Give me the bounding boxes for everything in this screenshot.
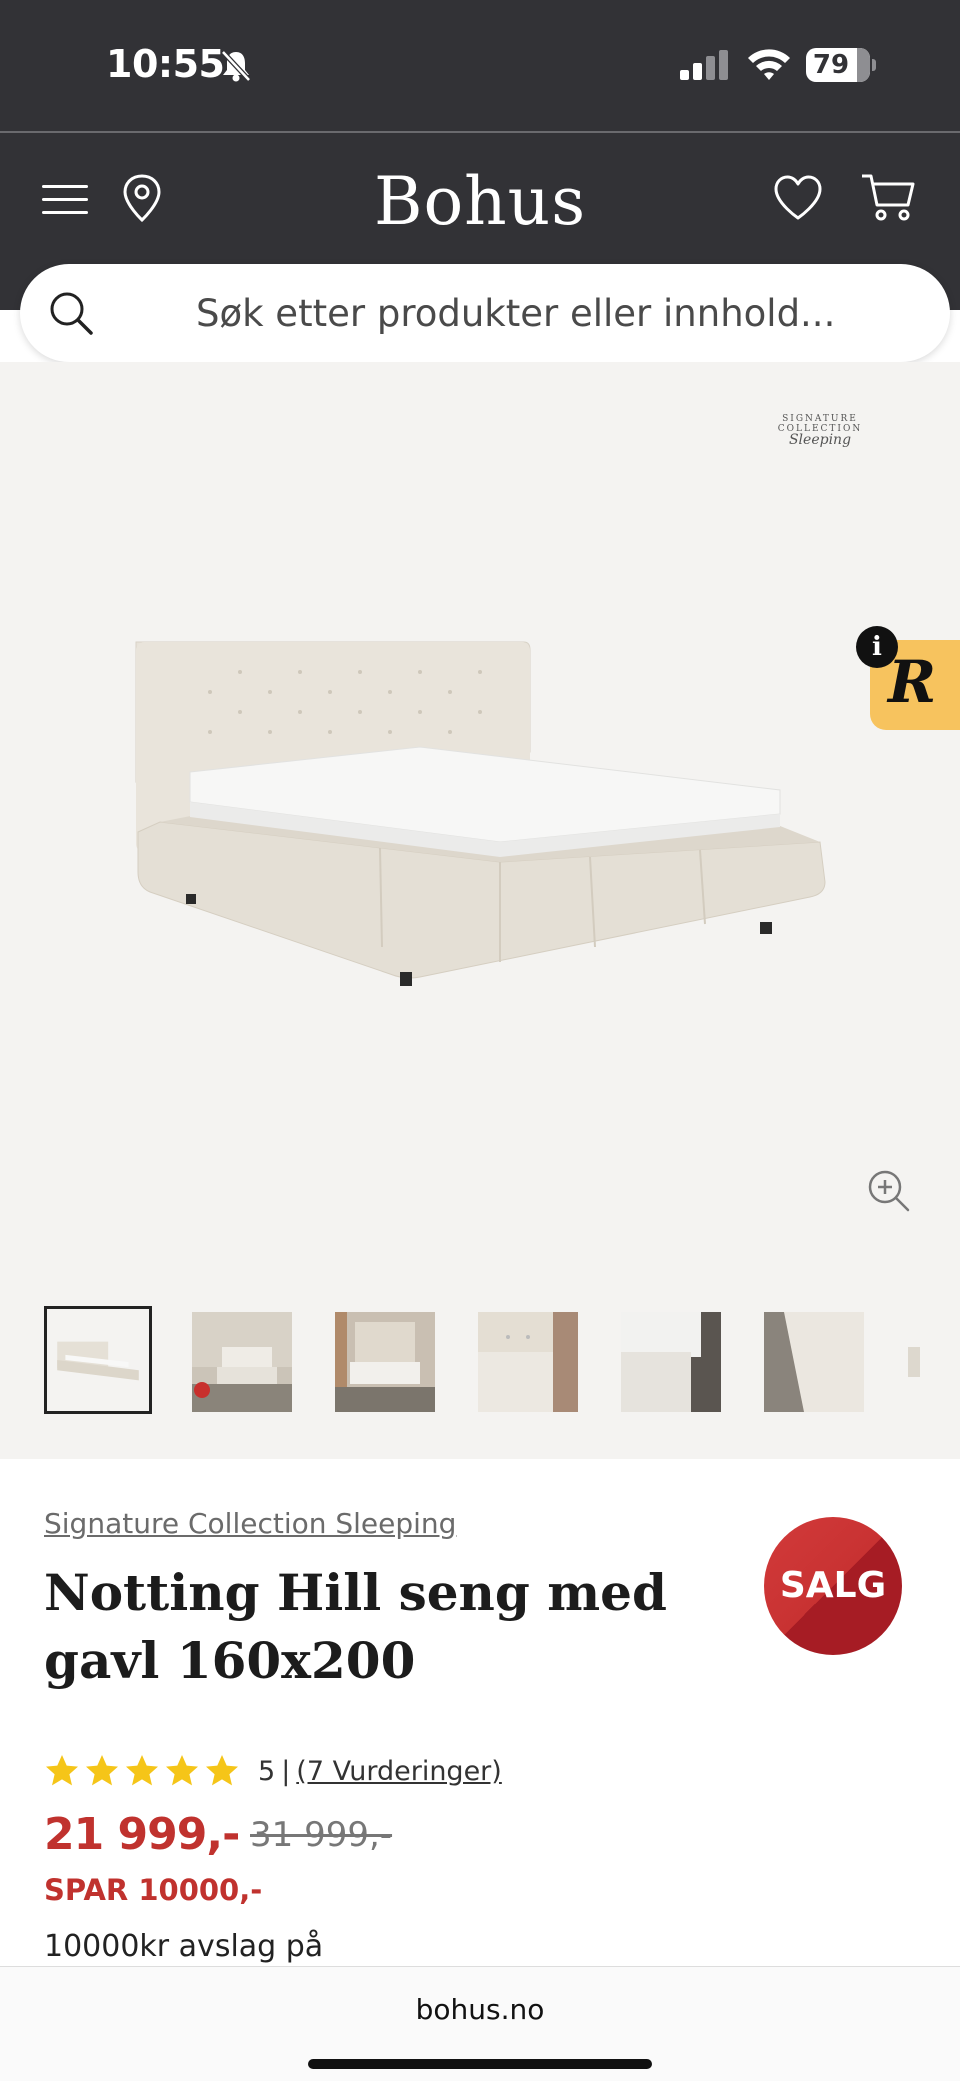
favorites-heart-icon[interactable]: [772, 173, 824, 223]
star-icon: [86, 1755, 118, 1786]
thumbnail-5[interactable]: [621, 1312, 721, 1412]
brand-link[interactable]: Signature Collection Sleeping: [44, 1507, 456, 1540]
url-text[interactable]: bohus.no: [0, 1993, 960, 2026]
rating-value: 5: [258, 1755, 276, 1787]
thumbnail-4[interactable]: [478, 1312, 578, 1412]
browser-address-bar[interactable]: bohus.no: [0, 1966, 960, 2081]
collection-logo: SIGNATURE COLLECTION Sleeping: [777, 414, 863, 448]
original-price: 31 999,-: [250, 1815, 393, 1855]
store-location-icon[interactable]: [120, 173, 164, 223]
savings-text: SPAR 10000,-: [44, 1873, 263, 1907]
status-bar: 10:55 79: [0, 0, 960, 133]
star-icon: [46, 1755, 78, 1786]
rating-separator: |: [281, 1755, 291, 1787]
product-info: Signature Collection Sleeping Notting Hi…: [0, 1459, 960, 1966]
reviews-link[interactable]: (7 Vurderinger): [296, 1756, 502, 1787]
status-time: 10:55: [106, 42, 225, 86]
search-icon: [50, 292, 93, 335]
thumbnail-1[interactable]: [44, 1306, 152, 1414]
zoom-in-icon[interactable]: [866, 1168, 912, 1214]
product-title: Notting Hill seng med gavl 160x200: [44, 1563, 667, 1690]
thumbnail-6[interactable]: [764, 1312, 864, 1412]
cellular-signal-icon: [680, 50, 728, 80]
product-rating: 5 | (7 Vurderinger): [44, 1751, 502, 1791]
thumbnail-strip: [0, 1306, 960, 1416]
shopping-cart-icon[interactable]: [860, 171, 916, 223]
thumbnail-2[interactable]: [192, 1312, 292, 1412]
star-icon: [206, 1755, 238, 1786]
thumbnail-7[interactable]: [904, 1312, 920, 1412]
menu-icon[interactable]: [42, 181, 88, 217]
search-placeholder: Søk etter produkter eller innhold...: [196, 292, 836, 335]
star-icon: [166, 1755, 198, 1786]
product-image[interactable]: [120, 632, 840, 992]
battery-icon: 79: [806, 48, 876, 82]
search-input[interactable]: Søk etter produkter eller innhold...: [20, 264, 950, 362]
current-price: 21 999,-: [44, 1809, 240, 1860]
rating-stars: [44, 1753, 244, 1789]
star-icon: [126, 1755, 158, 1786]
bell-muted-icon: [221, 50, 251, 82]
thumbnail-3[interactable]: [335, 1312, 435, 1412]
brand-logo[interactable]: Bohus: [330, 163, 630, 240]
product-gallery: SIGNATURE COLLECTION Sleeping R i: [0, 362, 960, 1459]
sale-badge: SALG: [764, 1517, 902, 1655]
promo-text: 10000kr avslag på: [44, 1929, 324, 1964]
battery-percentage: 79: [812, 50, 850, 80]
info-icon[interactable]: i: [856, 626, 898, 668]
wifi-icon: [748, 49, 790, 80]
home-indicator[interactable]: [308, 2059, 652, 2069]
